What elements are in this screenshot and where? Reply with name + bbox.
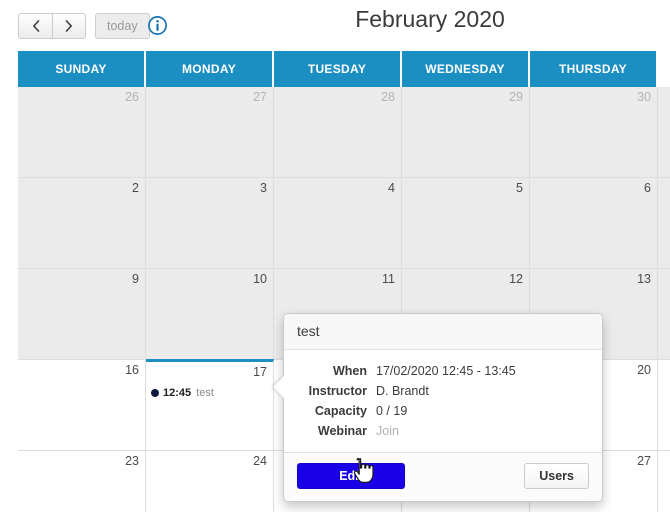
day-number: 24 xyxy=(253,454,267,468)
day-number: 4 xyxy=(388,181,395,195)
calendar-day-cell[interactable]: 3 xyxy=(146,178,274,268)
calendar-event[interactable]: 12:45 test xyxy=(151,387,267,399)
detail-value-link-disabled[interactable]: Join xyxy=(376,422,399,441)
day-number: 3 xyxy=(260,181,267,195)
detail-row: Capacity 0 / 19 xyxy=(298,402,588,421)
calendar-day-cell[interactable]: 4 xyxy=(274,178,402,268)
event-dot-icon xyxy=(151,389,159,397)
detail-label: Capacity xyxy=(314,404,367,418)
detail-row: Instructor D. Brandt xyxy=(298,382,588,401)
day-number: 12 xyxy=(509,272,523,286)
calendar-day-cell[interactable]: 16 xyxy=(18,360,146,450)
day-number: 17 xyxy=(253,365,267,379)
day-of-week-header: TUESDAY xyxy=(274,51,402,87)
day-of-week-header: THURSDAY xyxy=(530,51,658,87)
day-number: 26 xyxy=(125,90,139,104)
event-title: test xyxy=(196,387,214,399)
day-number: 27 xyxy=(253,90,267,104)
day-of-week-header: SUNDAY xyxy=(18,51,146,87)
event-details-popover: test When 17/02/2020 12:45 - 13:45 Instruc… xyxy=(273,313,603,502)
users-button[interactable]: Users xyxy=(524,463,589,489)
popover-arrow xyxy=(273,376,284,398)
day-of-week-header: WEDNESDAY xyxy=(402,51,530,87)
day-number: 23 xyxy=(125,454,139,468)
calendar-day-cell[interactable]: 10 xyxy=(146,269,274,359)
detail-value: D. Brandt xyxy=(376,384,429,398)
calendar-day-cell[interactable]: 30 xyxy=(530,87,658,177)
detail-label: Instructor xyxy=(308,384,367,398)
calendar-day-cell-today[interactable]: 17 12:45 test xyxy=(146,359,274,450)
detail-label: When xyxy=(332,364,367,378)
calendar-week-row: 2 3 4 5 6 xyxy=(18,178,670,269)
day-number: 6 xyxy=(644,181,651,195)
calendar-day-cell[interactable]: 28 xyxy=(274,87,402,177)
day-number: 10 xyxy=(253,272,267,286)
detail-value: 17/02/2020 12:45 - 13:45 xyxy=(376,364,516,378)
calendar-day-cell[interactable]: 24 xyxy=(146,451,274,512)
calendar-day-cell[interactable]: 23 xyxy=(18,451,146,512)
popover-details-list: When 17/02/2020 12:45 - 13:45 Instructor D.… xyxy=(284,350,602,452)
calendar-day-cell[interactable]: 2 xyxy=(18,178,146,268)
calendar-toolbar: today February 2020 xyxy=(0,0,670,52)
day-number: 16 xyxy=(125,363,139,377)
calendar-day-cell[interactable]: 26 xyxy=(18,87,146,177)
day-number: 11 xyxy=(382,272,395,286)
calendar-week-row: 26 27 28 29 30 xyxy=(18,87,670,178)
detail-row: When 17/02/2020 12:45 - 13:45 xyxy=(298,362,588,381)
day-number: 5 xyxy=(516,181,523,195)
calendar-day-cell[interactable]: 5 xyxy=(402,178,530,268)
calendar-day-cell[interactable]: 6 xyxy=(530,178,658,268)
day-number: 9 xyxy=(132,272,139,286)
day-of-week-header-row: SUNDAY MONDAY TUESDAY WEDNESDAY THURSDAY xyxy=(18,51,670,87)
day-number: 2 xyxy=(132,181,139,195)
popover-title: test xyxy=(284,314,602,350)
edit-button[interactable]: Edit xyxy=(297,463,405,489)
day-number: 29 xyxy=(509,90,523,104)
event-time: 12:45 xyxy=(163,387,192,399)
popover-footer: Edit Users xyxy=(284,452,602,501)
page-title: February 2020 xyxy=(355,6,505,32)
detail-label: Webinar xyxy=(317,424,367,438)
detail-value: 0 / 19 xyxy=(376,404,408,418)
day-of-week-header: MONDAY xyxy=(146,51,274,87)
calendar-day-cell[interactable]: 29 xyxy=(402,87,530,177)
calendar-day-cell[interactable]: 9 xyxy=(18,269,146,359)
day-number: 28 xyxy=(381,90,395,104)
day-number: 13 xyxy=(637,272,651,286)
calendar-day-cell[interactable]: 27 xyxy=(146,87,274,177)
day-number: 30 xyxy=(637,90,651,104)
detail-row: Webinar Join xyxy=(298,422,588,441)
